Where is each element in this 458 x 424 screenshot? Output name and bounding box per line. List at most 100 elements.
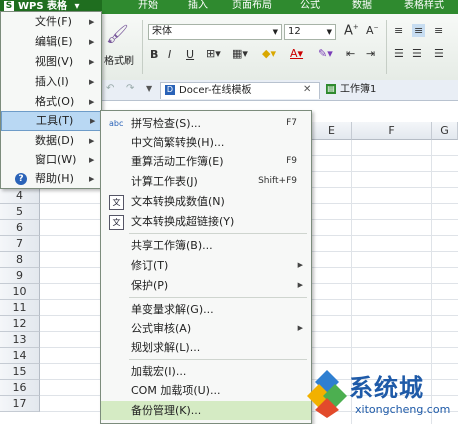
align-left-icon[interactable]: ☰ xyxy=(394,47,404,60)
ribbon-separator xyxy=(142,20,143,74)
outdent-icon[interactable]: ⇥ xyxy=(366,47,375,60)
tab-dropdown-icon[interactable]: ▼ xyxy=(146,84,152,93)
submenu-arrow-icon: ▶ xyxy=(89,175,95,183)
submenu-arrow-icon: ▶ xyxy=(89,38,95,46)
align-bottom-icon[interactable]: ≡ xyxy=(434,24,443,37)
row-header[interactable]: 6 xyxy=(0,220,40,236)
tab-docer-templates[interactable]: D Docer-在线模板 xyxy=(160,82,320,99)
undo-icon[interactable]: ↶ xyxy=(106,83,114,94)
menu-item-recalc-workbook[interactable]: 重算活动工作簿(E) F9 xyxy=(101,152,311,171)
tab-page-layout[interactable]: 页面布局 xyxy=(232,0,272,14)
menu-item-load-macro[interactable]: 加载宏(I)... xyxy=(101,362,311,381)
underline-button[interactable]: U xyxy=(186,48,194,61)
format-painter-label[interactable]: 格式刷 xyxy=(104,52,134,67)
menu-item-planning-solver[interactable]: 规划求解(L)... xyxy=(101,338,311,357)
text-to-link-icon: 文 xyxy=(109,215,124,230)
align-center-icon[interactable]: ☰ xyxy=(412,47,422,60)
menu-item-format[interactable]: 格式(O) ▶ xyxy=(1,92,101,112)
menu-item-insert[interactable]: 插入(I) ▶ xyxy=(1,72,101,92)
row-header[interactable]: 15 xyxy=(0,364,40,380)
menu-item-tools[interactable]: 工具(T) ▶ xyxy=(1,111,101,131)
menu-item-label: 文本转换成超链接(Y) xyxy=(131,215,235,228)
menu-item-help[interactable]: ? 帮助(H) ▶ xyxy=(1,169,101,189)
tab-table-style[interactable]: 表格样式 xyxy=(404,0,444,14)
menu-item-revisions[interactable]: 修订(T) ▶ xyxy=(101,256,311,275)
menu-item-label: 编辑 xyxy=(35,35,57,48)
font-color-icon[interactable]: A▾ xyxy=(290,47,303,60)
menu-item-chinese-convert[interactable]: 中文简繁转换(H)... xyxy=(101,133,311,152)
column-header-f[interactable]: F xyxy=(352,122,432,140)
clear-format-icon[interactable]: ✎▾ xyxy=(318,47,333,60)
row-header[interactable]: 7 xyxy=(0,236,40,252)
font-name-select[interactable]: 宋体 ▼ xyxy=(148,24,282,40)
menu-item-label: 格式 xyxy=(35,95,57,108)
fill-color-icon[interactable]: ◆▾ xyxy=(262,47,276,60)
redo-icon[interactable]: ↷ xyxy=(126,83,134,94)
menu-item-spell-check[interactable]: abc 拼写检查(S)... F7 xyxy=(101,114,311,133)
menu-item-window[interactable]: 窗口(W) ▶ xyxy=(1,150,101,170)
menu-item-file[interactable]: 文件(F) ▶ xyxy=(1,12,101,32)
menu-item-backup-management[interactable]: 备份管理(K)... xyxy=(101,401,311,420)
row-header[interactable]: 12 xyxy=(0,316,40,332)
row-header[interactable]: 8 xyxy=(0,252,40,268)
row-header[interactable]: 17 xyxy=(0,396,40,412)
menu-item-label: 保护(P) xyxy=(131,279,169,292)
merge-icon[interactable]: ▦▾ xyxy=(232,47,248,60)
font-size-select[interactable]: 12 ▼ xyxy=(284,24,336,40)
tab-data[interactable]: 数据 xyxy=(352,0,372,14)
menu-item-text-to-number[interactable]: 文 文本转换成数值(N) xyxy=(101,192,311,211)
border-icon[interactable]: ⊞▾ xyxy=(206,47,221,60)
menu-item-label: 共享工作簿(B)... xyxy=(131,239,213,252)
sheet-icon: ▤ xyxy=(326,84,336,94)
tab-home[interactable]: 开始 xyxy=(138,0,158,14)
watermark-url: xitongcheng.com xyxy=(355,403,451,416)
row-header[interactable]: 4 xyxy=(0,188,40,204)
row-header[interactable]: 14 xyxy=(0,348,40,364)
row-header[interactable]: 5 xyxy=(0,204,40,220)
menu-item-label: 文件 xyxy=(35,15,57,28)
menu-item-edit[interactable]: 编辑(E) ▶ xyxy=(1,32,101,52)
row-header[interactable]: 16 xyxy=(0,380,40,396)
chevron-down-icon: ▼ xyxy=(326,28,332,36)
column-header-e[interactable]: E xyxy=(312,122,352,140)
italic-button[interactable]: I xyxy=(168,48,171,61)
tab-workbook[interactable]: ▤ 工作簿1 xyxy=(322,82,380,98)
decrease-font-icon[interactable]: A− xyxy=(366,24,379,37)
menu-item-label: 修订(T) xyxy=(131,259,169,272)
submenu-arrow-icon: ▶ xyxy=(89,98,95,106)
menu-item-key: (F) xyxy=(57,15,72,28)
menu-item-label: 计算工作表(J) xyxy=(131,175,198,188)
increase-font-icon[interactable]: A+ xyxy=(344,23,359,38)
column-header-g[interactable]: G xyxy=(432,122,458,140)
bold-button[interactable]: B xyxy=(150,48,158,61)
menu-item-label: 工具 xyxy=(36,114,58,127)
menu-item-label: 数据 xyxy=(35,134,57,147)
close-tab-icon[interactable]: ✕ xyxy=(303,84,311,95)
ribbon-separator xyxy=(386,20,387,74)
align-middle-icon[interactable]: ≡ xyxy=(412,24,426,37)
menu-item-com-addins[interactable]: COM 加载项(U)... xyxy=(101,381,311,400)
row-header[interactable]: 11 xyxy=(0,300,40,316)
menu-item-label: 帮助 xyxy=(35,172,57,185)
menu-item-formula-audit[interactable]: 公式审核(A) ▶ xyxy=(101,319,311,338)
row-header[interactable]: 10 xyxy=(0,284,40,300)
menu-separator xyxy=(129,297,307,298)
row-header[interactable]: 9 xyxy=(0,268,40,284)
menu-item-view[interactable]: 视图(V) ▶ xyxy=(1,52,101,72)
chevron-down-icon: ▼ xyxy=(272,28,278,36)
tab-insert[interactable]: 插入 xyxy=(188,0,208,14)
indent-icon[interactable]: ⇤ xyxy=(346,47,355,60)
menu-item-share-workbook[interactable]: 共享工作簿(B)... xyxy=(101,236,311,255)
row-header[interactable]: 13 xyxy=(0,332,40,348)
align-top-icon[interactable]: ≡ xyxy=(394,24,403,37)
menu-item-data[interactable]: 数据(D) ▶ xyxy=(1,131,101,151)
menu-item-key: (E) xyxy=(57,35,73,48)
align-right-icon[interactable]: ☰ xyxy=(434,47,444,60)
menu-item-text-to-link[interactable]: 文 文本转换成超链接(Y) xyxy=(101,212,311,231)
submenu-arrow-icon: ▶ xyxy=(297,281,303,289)
menu-item-variable-solver[interactable]: 单变量求解(G)... xyxy=(101,300,311,319)
tab-formula[interactable]: 公式 xyxy=(300,0,320,14)
menu-item-calc-sheet[interactable]: 计算工作表(J) Shift+F9 xyxy=(101,172,311,191)
format-painter-icon[interactable]: 🖌 xyxy=(106,24,129,45)
menu-item-protect[interactable]: 保护(P) ▶ xyxy=(101,276,311,295)
